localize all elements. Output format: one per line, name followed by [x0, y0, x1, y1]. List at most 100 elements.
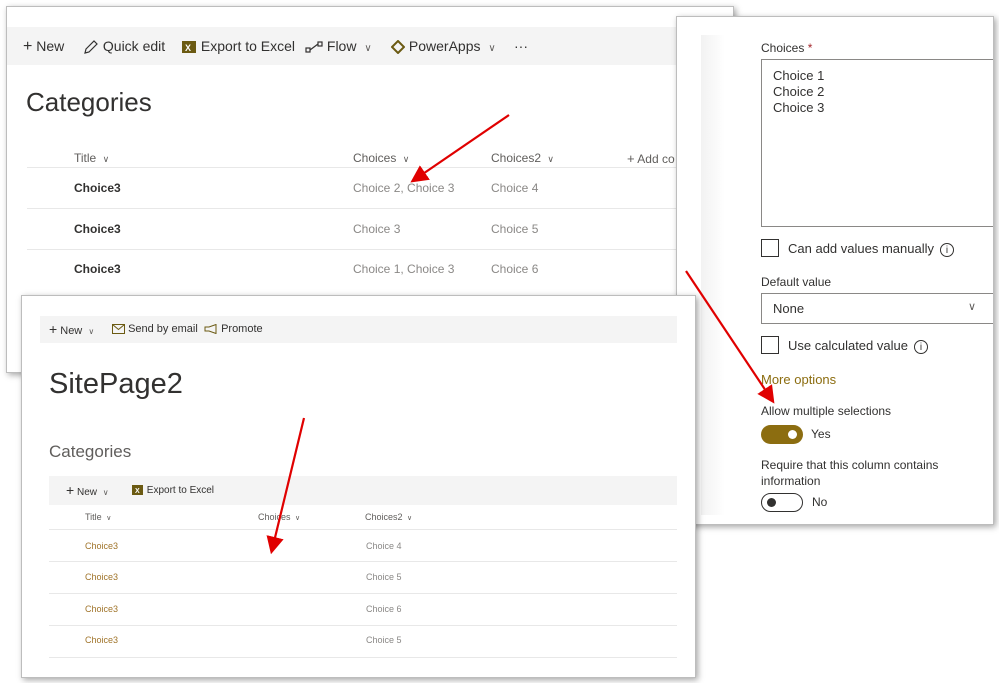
chevron-down-icon: ∨	[407, 515, 413, 522]
chevron-down-icon: ∨	[88, 327, 95, 336]
choice-line: Choice 2	[773, 84, 825, 99]
row-choices2: Choice 4	[491, 181, 539, 195]
row-choices2: Choice 4	[366, 541, 402, 551]
column-header-title[interactable]: Title ∨	[74, 151, 109, 165]
row-title[interactable]: Choice3	[74, 222, 121, 236]
row-choices2: Choice 6	[366, 604, 402, 614]
table-row[interactable]: Choice3 Choice 3 Choice 5	[27, 209, 733, 250]
panel-edge-shadow	[701, 35, 725, 515]
required-mark: *	[807, 41, 813, 55]
new-button[interactable]: + New	[23, 27, 64, 65]
table-row[interactable]: Choice3 Choice 2, Choice 3 Choice 4	[27, 168, 733, 209]
toggle-knob	[767, 498, 776, 507]
choices-textarea[interactable]: Choice 1 Choice 2 Choice 3	[761, 59, 993, 227]
row-choices: Choice 2, Choice 3	[353, 181, 455, 195]
use-calculated-label: Use calculated value i	[788, 338, 928, 354]
chevron-down-icon: ∨	[106, 515, 112, 522]
chevron-down-icon: ∨	[364, 43, 372, 54]
powerapps-label: PowerApps	[408, 38, 481, 54]
row-title[interactable]: Choice3	[85, 635, 118, 645]
row-choices2: Choice 5	[366, 635, 402, 645]
export-excel-button[interactable]: X Export to Excel	[181, 27, 295, 65]
choice-line: Choice 3	[773, 100, 825, 115]
webpart-title: Categories	[49, 442, 132, 461]
table-row[interactable]: Choice3 Choice 5	[49, 562, 677, 594]
promote-button[interactable]: Promote	[204, 316, 263, 343]
powerapps-button[interactable]: PowerApps ∨	[391, 27, 496, 65]
can-add-values-label: Can add values manually i	[788, 241, 954, 257]
chevron-down-icon: ∨	[968, 301, 977, 313]
column-header-choices2[interactable]: Choices2 ∨	[365, 512, 412, 522]
svg-text:X: X	[185, 43, 191, 53]
excel-icon: X	[182, 41, 196, 54]
chevron-down-icon: ∨	[402, 154, 410, 164]
more-button[interactable]: ···	[514, 27, 528, 65]
table-row[interactable]: Choice3 Choice 4	[49, 530, 677, 562]
webpart-command-bar: + New ∨ X Export to Excel	[49, 476, 677, 505]
row-choices2: Choice 6	[491, 262, 539, 276]
row-title[interactable]: Choice3	[85, 572, 118, 582]
chevron-down-icon: ∨	[488, 43, 496, 54]
mail-icon	[112, 324, 125, 335]
send-email-button[interactable]: Send by email	[112, 316, 198, 343]
svg-text:X: X	[135, 488, 140, 495]
page-command-bar: + New ∨ Send by email Promote	[40, 316, 677, 343]
toggle-knob	[788, 430, 797, 439]
page-title: SitePage2	[49, 368, 183, 400]
plus-icon: +	[66, 482, 75, 498]
allow-multiple-label: Allow multiple selections	[761, 404, 892, 418]
use-calculated-checkbox[interactable]	[761, 336, 779, 354]
chevron-down-icon: ∨	[102, 154, 110, 164]
table-row[interactable]: Choice3 Choice 1, Choice 3 Choice 6	[27, 250, 733, 290]
plus-icon: +	[23, 38, 33, 56]
row-title[interactable]: Choice3	[74, 262, 121, 276]
row-title[interactable]: Choice3	[85, 541, 118, 551]
row-title[interactable]: Choice3	[74, 181, 121, 195]
default-value-label: Default value	[761, 275, 832, 289]
megaphone-icon	[204, 324, 217, 335]
column-header-choices[interactable]: Choices ∨	[258, 512, 300, 522]
export-excel-label: Export to Excel	[200, 38, 296, 54]
excel-icon: X	[132, 485, 143, 496]
plus-icon: +	[49, 321, 58, 337]
column-header-choices[interactable]: Choices ∨	[353, 151, 409, 165]
command-bar: + New Quick edit X Export to Excel Flow …	[7, 27, 733, 65]
flow-button[interactable]: Flow ∨	[305, 27, 372, 65]
chevron-down-icon: ∨	[547, 154, 554, 164]
new-button-label: New	[36, 38, 65, 54]
allow-multiple-value: Yes	[811, 427, 831, 441]
more-options-link[interactable]: More options	[761, 372, 836, 387]
quick-edit-label: Quick edit	[102, 38, 166, 54]
default-value-dropdown[interactable]: None ∨	[761, 293, 993, 324]
choice-line: Choice 1	[773, 68, 825, 83]
can-add-values-checkbox[interactable]	[761, 239, 779, 257]
choices-label: Choices *	[761, 41, 813, 55]
require-label-line2: information	[761, 474, 821, 488]
site-page-panel: + New ∨ Send by email Promote SitePage2 …	[21, 295, 696, 678]
quick-edit-button[interactable]: Quick edit	[83, 27, 165, 65]
require-label-line1: Require that this column contains	[761, 458, 939, 472]
row-choices2: Choice 5	[366, 572, 402, 582]
more-label: ···	[514, 38, 528, 54]
info-icon[interactable]: i	[913, 339, 928, 354]
export-excel-button[interactable]: X Export to Excel	[132, 476, 214, 505]
row-title[interactable]: Choice3	[85, 604, 118, 614]
new-button[interactable]: + New ∨	[66, 476, 109, 505]
table-row[interactable]: Choice3 Choice 6	[49, 594, 677, 626]
flow-label: Flow	[326, 38, 357, 54]
list-title: Categories	[26, 87, 152, 117]
plus-icon: +	[627, 151, 635, 166]
powerapps-icon	[391, 40, 405, 55]
info-icon[interactable]: i	[939, 242, 954, 257]
flow-icon	[305, 41, 323, 53]
allow-multiple-toggle[interactable]	[761, 425, 803, 444]
pencil-icon	[84, 40, 98, 55]
table-row[interactable]: Choice3 Choice 5	[49, 626, 677, 658]
column-header-choices2[interactable]: Choices2 ∨	[491, 151, 554, 165]
add-column-button[interactable]: + Add co	[627, 151, 675, 166]
new-button[interactable]: + New ∨	[49, 316, 94, 343]
row-choices: Choice 1, Choice 3	[353, 262, 455, 276]
require-toggle[interactable]	[761, 493, 803, 512]
column-header-title[interactable]: Title ∨	[85, 512, 111, 522]
row-choices: Choice 3	[353, 222, 401, 236]
